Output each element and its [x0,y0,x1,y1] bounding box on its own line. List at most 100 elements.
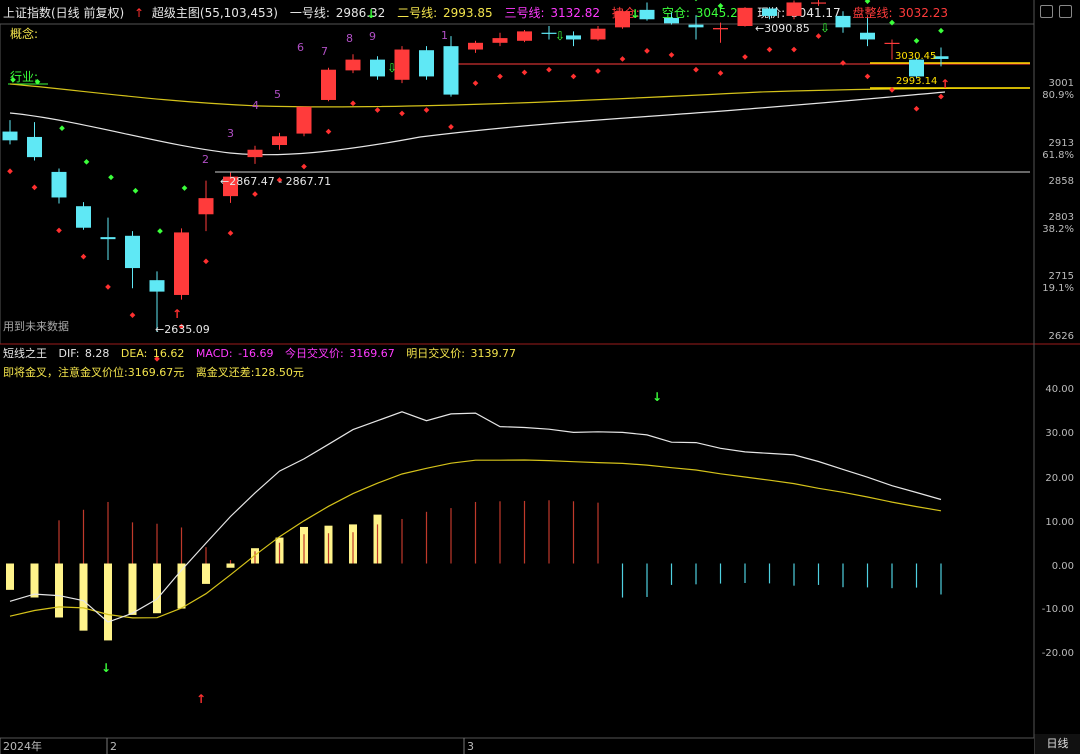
dea-value: 16.62 [153,347,185,360]
green-dot [181,185,188,191]
macd-axis: 40.00 30.00 20.00 10.00 0.00 -10.00 -20.… [1042,384,1074,659]
macd-bar [104,563,112,641]
candle [247,145,263,164]
line2-label: 二号线: [397,6,437,20]
candle [713,22,728,43]
candle [566,31,581,47]
macd-label: MACD: [196,347,233,360]
dea-label: DEA: [121,347,147,360]
macd-indicator-name: 短线之王 [3,346,47,360]
red-dot [644,48,650,54]
macd-tick: 40.00 [1045,384,1074,395]
red-dot [595,68,601,74]
candle [27,122,42,161]
red-dot [80,253,87,260]
today-cross-label: 今日交叉价: [285,346,344,360]
wave-label: 4 [252,99,259,112]
down-arrow-icon: ↓ [366,7,376,21]
red-dot [203,258,209,265]
macd-note: 即将金叉，注意金叉价位:3169.67元 离金叉还差:128.50元 [3,365,304,379]
candle [492,32,508,47]
line3-value: 3132.82 [550,6,600,20]
annotation-low: ←2635.09 [155,323,210,336]
candle [468,40,483,53]
main-title: 超级主图(55,103,453) [152,5,278,20]
green-dot [864,0,871,4]
hollow-down-arrow-icon: ⇩ [820,21,830,35]
line3-label: 三号线: [504,6,544,20]
price-arrows: ↑ ↓ ↓ ⇩ ⇩ ⇩ ↑ [172,7,950,321]
wave-label: 3 [227,127,234,140]
candle [125,231,140,289]
red-dot [864,73,871,80]
candle [860,17,875,47]
price-pct: 80.9% [1042,90,1074,101]
red-dot [717,70,724,76]
hollow-down-arrow-icon: ⇩ [555,29,565,43]
wave-label: 2 [202,153,209,166]
candle [174,228,189,300]
green-dot [889,19,895,26]
line2-value: 2993.85 [443,6,493,20]
candle [76,202,91,230]
price-pct: 38.2% [1042,224,1074,235]
candle-series [2,0,949,332]
macd-bar [153,563,161,614]
red-dot [56,227,62,234]
candle [198,180,214,232]
price-tick: 2626 [1049,331,1074,342]
red-dot [497,73,503,80]
wave-label: 6 [297,41,304,54]
green-dot [693,0,699,2]
candle [272,132,287,150]
red-dot [252,191,258,197]
index-name: 上证指数(日线 前复权) [3,5,124,20]
red-dot [913,105,920,112]
maximize-icon[interactable] [1059,5,1072,18]
macd-arrows: ↓ ↑ ↓ [101,390,662,706]
price-panel-frame [0,23,1035,345]
down-arrow-icon: ↓ [652,390,662,404]
macd-series [6,411,942,641]
red-dot [423,107,430,113]
candle [517,30,532,43]
red-dot [938,93,944,100]
red-dot [472,80,479,86]
red-dot [31,184,38,191]
red-dot [546,66,552,73]
macd-bar [226,563,235,568]
macd-tick: 10.00 [1045,517,1074,528]
red-dot [521,69,528,76]
candle [737,7,753,27]
header-row: 上证指数(日线 前复权) ↑ 超级主图(55,103,453) 一号线: 298… [3,5,948,20]
date-label: 2024年 [3,739,42,753]
green-dot [108,174,114,181]
red-dot [693,66,699,73]
macd-header: 短线之王 DIF: 8.28 DEA: 16.62 MACD: -16.69 今… [3,346,516,360]
red-dot [791,46,797,53]
restore-icon[interactable] [1040,5,1053,18]
green-dot [59,125,65,132]
red-dot [374,107,381,113]
red-dot [448,124,454,130]
dif-value: 8.28 [85,347,110,360]
red-dot [742,54,748,60]
red-dot [325,128,332,135]
candle [370,56,385,80]
candle [51,168,67,204]
red-dot [840,60,846,66]
red-dot [619,56,626,62]
candle [419,46,434,80]
chart-canvas: 上证指数(日线 前复权) ↑ 超级主图(55,103,453) 一号线: 298… [0,0,1080,754]
candle [615,9,630,29]
line1-label: 一号线: [290,6,330,20]
annotation-range: ←2867.47 - 2867.71 [220,175,331,188]
empty-label: 空仓: [662,6,690,20]
annotation-level-b: 2993.14 [896,76,937,87]
macd-bar [55,563,63,618]
price-pct: 19.1% [1042,283,1074,294]
macd-tick: -10.00 [1042,604,1074,615]
period-label[interactable]: 日线 [1034,734,1080,754]
wave-label: 7 [321,45,328,58]
green-dot [938,27,944,34]
